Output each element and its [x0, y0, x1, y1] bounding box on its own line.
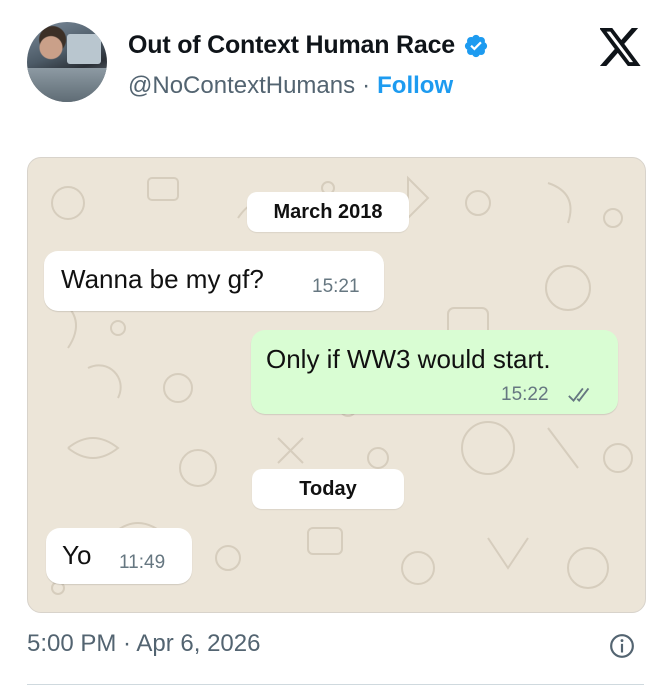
- date-separator: Today: [252, 469, 404, 509]
- avatar[interactable]: [27, 22, 107, 102]
- message-time: 15:22: [501, 384, 549, 405]
- divider: [27, 684, 644, 685]
- follow-button[interactable]: Follow: [377, 72, 453, 100]
- info-icon[interactable]: [609, 633, 635, 659]
- message-text: Wanna be my gf?: [61, 264, 264, 294]
- message-text: Yo: [62, 540, 92, 570]
- read-ticks-icon: [568, 387, 590, 403]
- message-bubble-outgoing[interactable]: Only if WW3 would start. 15:22: [251, 330, 618, 414]
- message-bubble-incoming[interactable]: Wanna be my gf? 15:21: [44, 251, 384, 311]
- message-bubble-incoming[interactable]: Yo 11:49: [46, 528, 192, 584]
- handle[interactable]: @NoContextHumans: [128, 72, 355, 100]
- x-logo-icon[interactable]: [600, 28, 642, 66]
- tweet-timestamp[interactable]: 5:00 PM · Apr 6, 2026: [27, 630, 260, 658]
- author-name-row: Out of Context Human Race: [128, 31, 489, 60]
- chat-screenshot: March 2018 Wanna be my gf? 15:21 Only if…: [27, 157, 646, 613]
- message-text: Only if WW3 would start.: [266, 344, 551, 374]
- handle-row: @NoContextHumans · Follow: [128, 72, 453, 100]
- verified-badge-icon: [464, 34, 488, 57]
- date-separator: March 2018: [247, 192, 409, 232]
- message-time: 11:49: [119, 552, 166, 573]
- display-name[interactable]: Out of Context Human Race: [128, 31, 455, 60]
- message-time: 15:21: [312, 276, 360, 297]
- separator-dot: ·: [362, 72, 371, 99]
